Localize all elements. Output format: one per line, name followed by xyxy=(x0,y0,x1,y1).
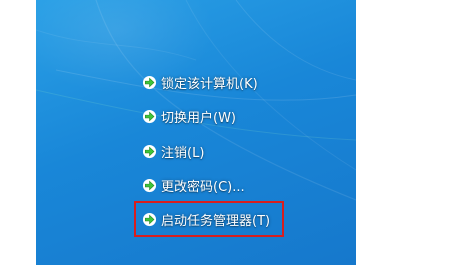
highlight-box xyxy=(134,201,284,237)
log-off-label: 注销(L) xyxy=(161,145,205,161)
change-password-option[interactable]: 更改密码(C)... xyxy=(142,174,245,196)
green-arrow-icon xyxy=(142,75,157,89)
green-arrow-icon xyxy=(142,109,157,123)
green-arrow-icon xyxy=(142,178,157,192)
lock-computer-option[interactable]: 锁定该计算机(K) xyxy=(142,71,258,93)
switch-user-option[interactable]: 切换用户(W) xyxy=(142,105,236,127)
green-arrow-icon xyxy=(142,144,157,158)
log-off-option[interactable]: 注销(L) xyxy=(142,140,204,162)
switch-user-label: 切换用户(W) xyxy=(161,110,236,126)
lock-computer-label: 锁定该计算机(K) xyxy=(161,76,258,92)
change-password-label: 更改密码(C)... xyxy=(161,179,245,195)
